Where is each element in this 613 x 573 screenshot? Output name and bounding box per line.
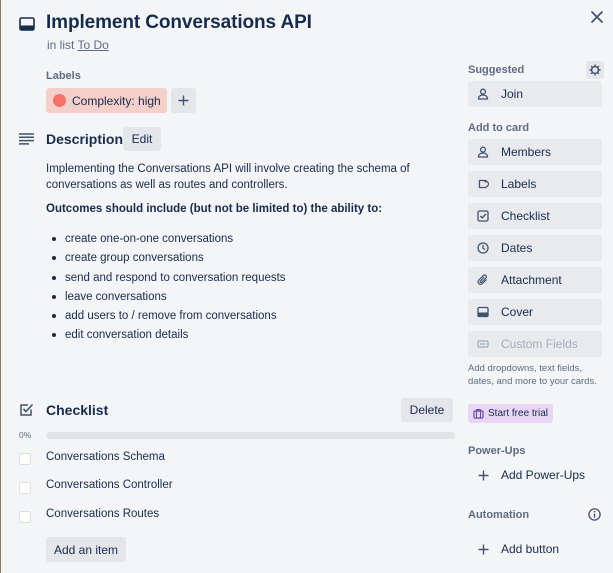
close-icon bbox=[591, 11, 603, 23]
description-title: Description bbox=[46, 131, 124, 147]
checklist-item-text[interactable]: Conversations Controller bbox=[46, 479, 173, 491]
info-icon bbox=[588, 508, 601, 521]
suggested-heading: Suggested bbox=[468, 64, 525, 76]
custom-fields-note: Add dropdowns, text fields, dates, and m… bbox=[468, 363, 597, 387]
cover-icon bbox=[476, 305, 490, 319]
automation-heading: Automation bbox=[468, 509, 530, 521]
custom-fields-label: Custom Fields bbox=[501, 337, 578, 351]
add-checklist-item-button[interactable]: Add an item bbox=[46, 537, 126, 562]
tag-icon bbox=[476, 177, 490, 191]
description-icon bbox=[19, 133, 34, 145]
add-power-ups-button[interactable]: Add Power-Ups bbox=[468, 462, 602, 488]
add-label-button[interactable] bbox=[171, 88, 196, 113]
edit-description-button[interactable]: Edit bbox=[123, 127, 161, 151]
list-item: leave conversations bbox=[46, 289, 286, 308]
members-button[interactable]: Members bbox=[468, 139, 602, 165]
labels-heading: Labels bbox=[46, 70, 81, 82]
list-item: create one-on-one conversations bbox=[46, 231, 286, 250]
join-label: Join bbox=[501, 87, 524, 101]
power-ups-heading: Power-Ups bbox=[468, 445, 526, 457]
checklist-item-text[interactable]: Conversations Schema bbox=[46, 451, 165, 463]
suggested-settings-button[interactable] bbox=[586, 61, 604, 79]
add-button-button[interactable]: Add button bbox=[468, 536, 602, 562]
labels-button[interactable]: Labels bbox=[468, 171, 602, 197]
list-item: create group conversations bbox=[46, 250, 286, 269]
card-title: Implement Conversations API bbox=[46, 12, 312, 33]
cover-label: Cover bbox=[501, 305, 534, 319]
add-button-label: Add button bbox=[501, 542, 560, 556]
plus-icon bbox=[476, 468, 490, 482]
labels-label: Labels bbox=[501, 177, 537, 191]
dates-button[interactable]: Dates bbox=[468, 235, 602, 261]
checklist-progress-bar bbox=[46, 432, 455, 439]
person-icon bbox=[476, 87, 490, 101]
checklist-title: Checklist bbox=[46, 402, 109, 418]
checklist-progress-percent: 0% bbox=[19, 430, 32, 440]
add-to-card-heading: Add to card bbox=[468, 122, 530, 134]
description-text: Implementing the Conversations API will … bbox=[46, 163, 410, 191]
briefcase-icon bbox=[473, 408, 484, 419]
attachment-label: Attachment bbox=[501, 273, 562, 287]
checklist-item-checkbox[interactable] bbox=[19, 511, 31, 523]
list-item: send and respond to conversation request… bbox=[46, 270, 286, 289]
label-complexity-high[interactable]: Complexity: high bbox=[46, 88, 167, 113]
close-button[interactable] bbox=[586, 6, 608, 28]
list-item: add users to / remove from conversations bbox=[46, 308, 286, 327]
list-link[interactable]: To Do bbox=[77, 38, 108, 52]
clock-icon bbox=[476, 241, 490, 255]
checklist-label: Checklist bbox=[501, 209, 550, 223]
plus-icon bbox=[178, 95, 189, 106]
checklist-item-checkbox[interactable] bbox=[19, 482, 31, 494]
checklist-item-text[interactable]: Conversations Routes bbox=[46, 508, 159, 520]
list-item: edit conversation details bbox=[46, 327, 286, 346]
dates-label: Dates bbox=[501, 241, 533, 255]
paperclip-icon bbox=[476, 273, 490, 287]
members-label: Members bbox=[501, 145, 552, 159]
start-free-trial-label: Start free trial bbox=[488, 408, 549, 419]
gear-icon bbox=[589, 64, 601, 76]
custom-fields-button[interactable]: Custom Fields bbox=[468, 331, 602, 357]
person-icon bbox=[476, 145, 490, 159]
checklist-icon bbox=[19, 402, 34, 417]
join-button[interactable]: Join bbox=[468, 81, 602, 107]
cover-button[interactable]: Cover bbox=[468, 299, 602, 325]
description-bullet-list: create one-on-one conversations create g… bbox=[46, 231, 286, 347]
checklist-button[interactable]: Checklist bbox=[468, 203, 602, 229]
label-text: Complexity: high bbox=[72, 93, 161, 108]
description-outcomes-heading: Outcomes should include (but not be limi… bbox=[46, 203, 383, 215]
checklist-item-checkbox[interactable] bbox=[19, 453, 31, 465]
list-prefix: in list bbox=[47, 38, 75, 52]
checklist-icon bbox=[476, 209, 490, 223]
start-free-trial-button[interactable]: Start free trial bbox=[468, 404, 553, 423]
custom-fields-icon bbox=[476, 337, 490, 351]
list-info: in list To Do bbox=[47, 38, 109, 52]
attachment-button[interactable]: Attachment bbox=[468, 267, 602, 293]
label-color-dot bbox=[53, 94, 66, 107]
card-icon bbox=[18, 15, 36, 33]
plus-icon bbox=[476, 542, 490, 556]
delete-checklist-button[interactable]: Delete bbox=[401, 398, 453, 422]
add-power-ups-label: Add Power-Ups bbox=[501, 468, 586, 482]
automation-info-button[interactable] bbox=[587, 507, 602, 522]
window-edge bbox=[0, 0, 1, 573]
